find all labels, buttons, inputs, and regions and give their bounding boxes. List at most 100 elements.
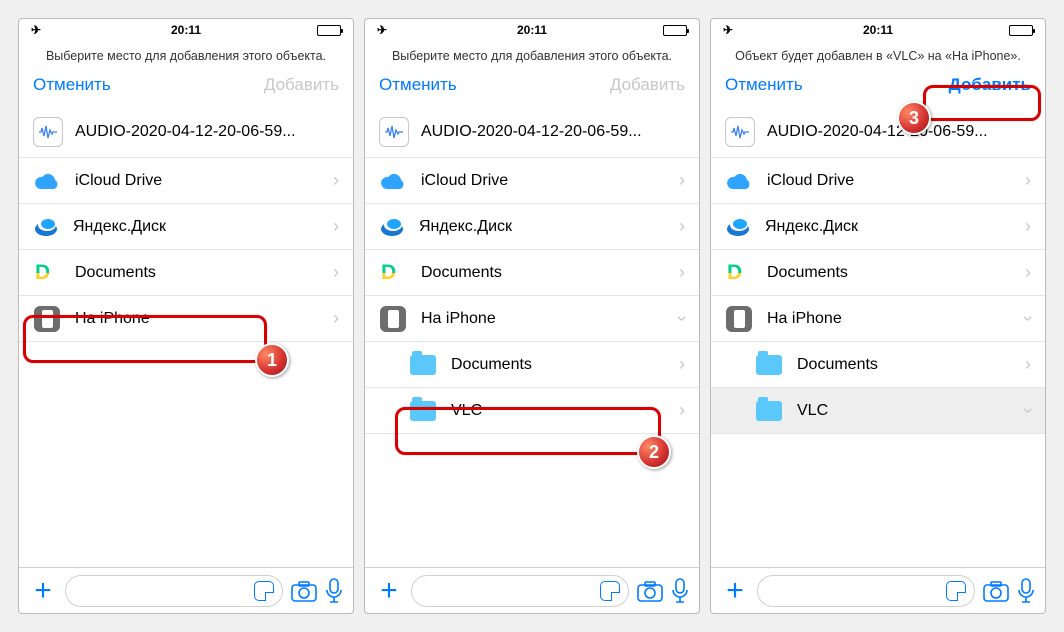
cloud-icon [725, 167, 753, 195]
chevron-down-icon: › [672, 316, 693, 322]
add-attachment-button[interactable]: + [29, 574, 57, 608]
location-label: Documents [75, 264, 333, 282]
iphone-icon [379, 305, 407, 333]
battery-icon [1009, 25, 1033, 36]
file-row: AUDIO-2020-04-12-20-06-59... [365, 107, 699, 158]
location-icloud[interactable]: iCloud Drive › [711, 158, 1045, 204]
location-documents[interactable]: D Documents › [19, 250, 353, 296]
sticker-icon[interactable] [946, 581, 966, 601]
prompt-text: Объект будет добавлен в «VLC» на «На iPh… [711, 41, 1045, 69]
cloud-icon [379, 167, 407, 195]
cloud-icon [33, 167, 61, 195]
status-bar: ✈ 20:11 [19, 19, 353, 41]
file-name: AUDIO-2020-04-12-20-06-59... [421, 123, 685, 141]
nav-row: Отменить Добавить [711, 69, 1045, 107]
file-row: AUDIO-2020-04-12-20-06-59... [711, 107, 1045, 158]
subfolder-documents[interactable]: Documents › [711, 342, 1045, 388]
message-input[interactable] [757, 575, 975, 607]
folder-icon [409, 351, 437, 379]
location-on-iphone[interactable]: На iPhone › [365, 296, 699, 342]
location-label: Documents [797, 356, 1025, 374]
location-label: VLC [451, 402, 679, 420]
message-input[interactable] [411, 575, 629, 607]
yandex-disk-icon [379, 214, 405, 240]
mic-button[interactable] [671, 578, 689, 604]
location-yandex[interactable]: Яндекс.Диск › [19, 204, 353, 250]
camera-button[interactable] [983, 580, 1009, 602]
chevron-right-icon: › [333, 216, 339, 237]
chevron-right-icon: › [679, 262, 685, 283]
file-name: AUDIO-2020-04-12-20-06-59... [75, 123, 339, 141]
documents-app-icon: D [379, 259, 407, 287]
cancel-button[interactable]: Отменить [33, 75, 111, 95]
cancel-button[interactable]: Отменить [379, 75, 457, 95]
file-row: AUDIO-2020-04-12-20-06-59... [19, 107, 353, 158]
toolbar: + [19, 567, 353, 613]
location-on-iphone[interactable]: На iPhone › [19, 296, 353, 342]
screen-1: ✈ 20:11 Выберите место для добавления эт… [18, 18, 354, 614]
airplane-mode-icon: ✈ [377, 23, 387, 37]
chevron-down-icon: › [1018, 316, 1039, 322]
chevron-right-icon: › [333, 262, 339, 283]
chevron-right-icon: › [1025, 216, 1031, 237]
location-icloud[interactable]: iCloud Drive › [19, 158, 353, 204]
chevron-right-icon: › [1025, 354, 1031, 375]
chevron-right-icon: › [679, 216, 685, 237]
locations-list: iCloud Drive › Яндекс.Диск › D Documents… [711, 158, 1045, 567]
location-on-iphone[interactable]: На iPhone › [711, 296, 1045, 342]
camera-button[interactable] [637, 580, 663, 602]
audio-file-icon [379, 117, 409, 147]
chevron-right-icon: › [1025, 170, 1031, 191]
location-label: Documents [421, 264, 679, 282]
add-button: Добавить [264, 75, 339, 95]
location-label: Яндекс.Диск [73, 218, 333, 236]
location-label: iCloud Drive [75, 172, 333, 190]
subfolder-vlc[interactable]: VLC › [365, 388, 699, 434]
location-label: На iPhone [421, 310, 679, 328]
chevron-right-icon: › [1025, 262, 1031, 283]
status-bar: ✈ 20:11 [365, 19, 699, 41]
add-attachment-button[interactable]: + [721, 574, 749, 608]
folder-icon [755, 397, 783, 425]
chevron-right-icon: › [333, 170, 339, 191]
location-yandex[interactable]: Яндекс.Диск › [711, 204, 1045, 250]
mic-button[interactable] [325, 578, 343, 604]
sticker-icon[interactable] [600, 581, 620, 601]
message-input[interactable] [65, 575, 283, 607]
chevron-right-icon: › [679, 400, 685, 421]
battery-icon [663, 25, 687, 36]
location-label: Яндекс.Диск [765, 218, 1025, 236]
add-attachment-button[interactable]: + [375, 574, 403, 608]
badge-3: 3 [897, 101, 931, 135]
chevron-down-icon: › [1018, 408, 1039, 414]
subfolder-vlc[interactable]: VLC › [711, 388, 1045, 434]
folder-icon [409, 397, 437, 425]
cancel-button[interactable]: Отменить [725, 75, 803, 95]
location-documents[interactable]: D Documents › [365, 250, 699, 296]
mic-button[interactable] [1017, 578, 1035, 604]
locations-list: iCloud Drive › Яндекс.Диск › D Documents… [365, 158, 699, 567]
prompt-text: Выберите место для добавления этого объе… [365, 41, 699, 69]
camera-button[interactable] [291, 580, 317, 602]
location-label: Documents [451, 356, 679, 374]
screen-2: ✈ 20:11 Выберите место для добавления эт… [364, 18, 700, 614]
battery-icon [317, 25, 341, 36]
location-documents[interactable]: D Documents › [711, 250, 1045, 296]
status-time: 20:11 [863, 23, 893, 37]
location-label: На iPhone [767, 310, 1025, 328]
subfolder-documents[interactable]: Documents › [365, 342, 699, 388]
status-bar: ✈ 20:11 [711, 19, 1045, 41]
location-yandex[interactable]: Яндекс.Диск › [365, 204, 699, 250]
iphone-icon [33, 305, 61, 333]
locations-list: iCloud Drive › Яндекс.Диск › D Documents… [19, 158, 353, 567]
status-time: 20:11 [517, 23, 547, 37]
add-button[interactable]: Добавить [949, 75, 1031, 95]
chevron-right-icon: › [679, 170, 685, 191]
badge-1: 1 [255, 343, 289, 377]
location-icloud[interactable]: iCloud Drive › [365, 158, 699, 204]
location-label: На iPhone [75, 310, 333, 328]
location-label: Documents [767, 264, 1025, 282]
toolbar: + [365, 567, 699, 613]
chevron-right-icon: › [333, 308, 339, 329]
sticker-icon[interactable] [254, 581, 274, 601]
